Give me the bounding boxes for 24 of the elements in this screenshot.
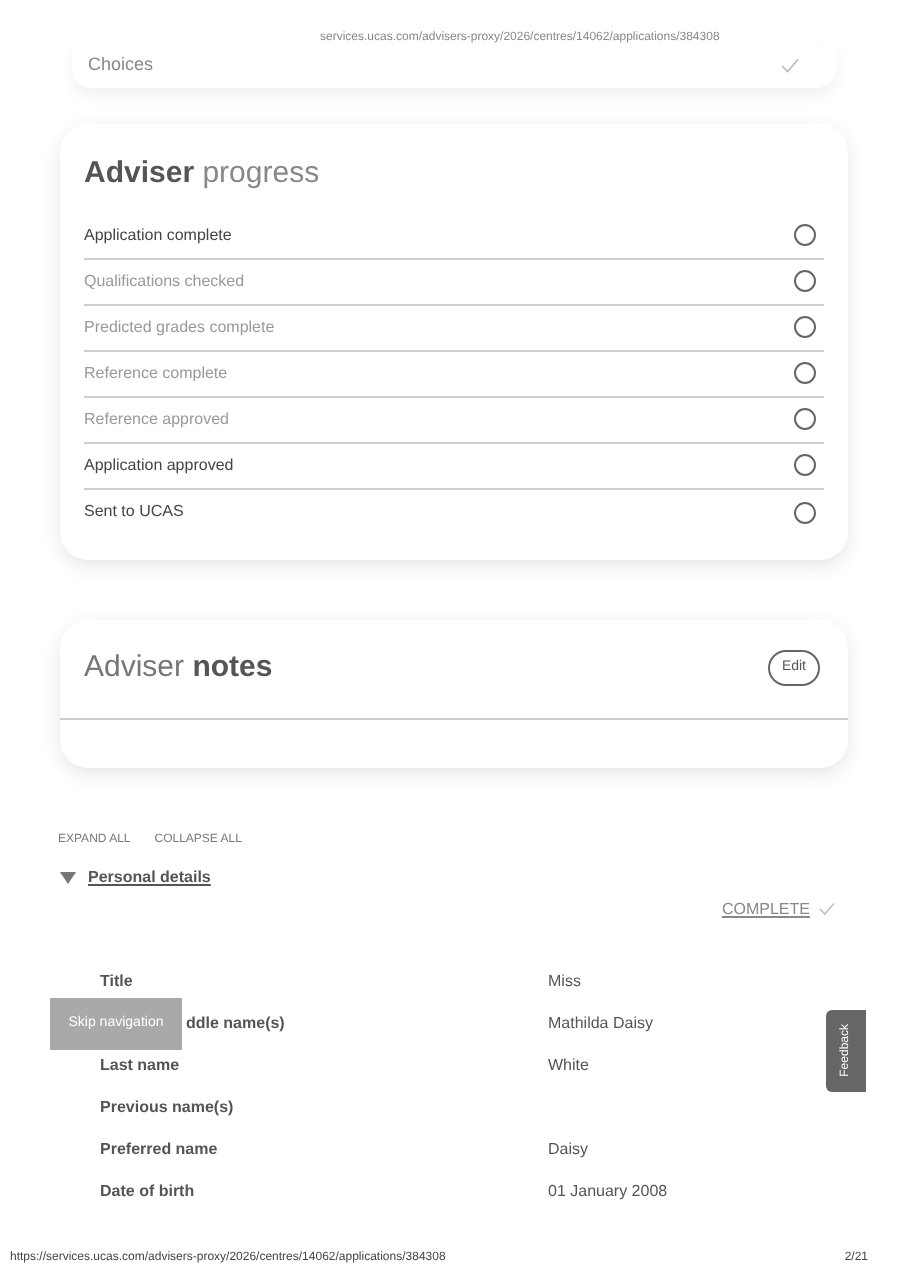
field-label: Preferred name xyxy=(100,1138,218,1162)
field-label: Title xyxy=(100,970,133,994)
progress-item-label: Application approved xyxy=(84,453,234,477)
caret-icon[interactable] xyxy=(60,871,76,883)
progress-item-label: Reference approved xyxy=(84,407,229,431)
field-value: Daisy xyxy=(548,1138,589,1162)
progress-item-label: Qualifications checked xyxy=(84,269,245,293)
progress-item-label: Reference complete xyxy=(84,361,228,385)
card-title: Adviser progress xyxy=(84,154,322,194)
progress-item-label: Sent to UCAS xyxy=(84,500,184,524)
section-title-link[interactable]: Personal details xyxy=(88,865,211,889)
status-label: COMPLETE xyxy=(721,897,810,921)
field-value: Mathilda Daisy xyxy=(548,1012,653,1036)
progress-item-label: Predicted grades complete xyxy=(84,315,275,339)
card-label: Choices xyxy=(88,52,154,79)
progress-item-label: Application complete xyxy=(84,223,232,247)
field-label: ddle name(s) xyxy=(186,1012,285,1036)
field-value: White xyxy=(548,1054,589,1078)
card-title: Adviser notes xyxy=(84,647,273,688)
field-label: Last name xyxy=(100,1054,180,1078)
field-value: 01 January 2008 xyxy=(548,1180,668,1204)
field-value: Miss xyxy=(548,970,581,994)
field-label: Previous name(s) xyxy=(100,1096,234,1120)
field-label: Date of birth xyxy=(100,1180,195,1204)
